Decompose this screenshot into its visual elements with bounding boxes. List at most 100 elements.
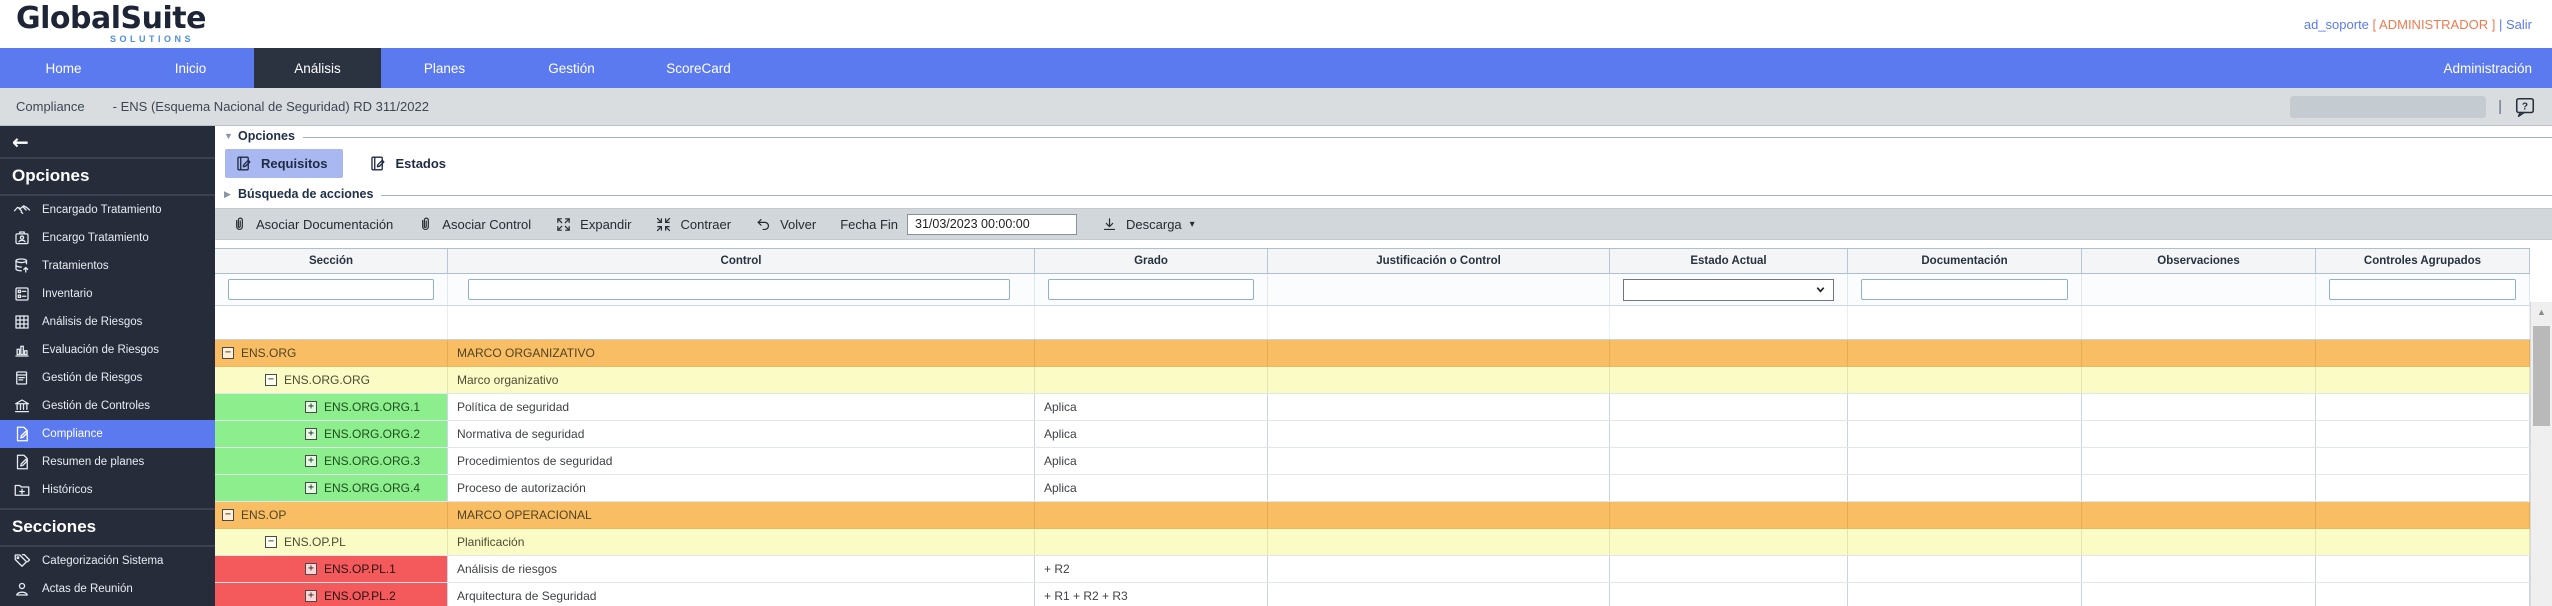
sidebar-back-icon[interactable]: ← (12, 130, 29, 154)
grado-cell: Aplica (1035, 394, 1268, 420)
volver-button[interactable]: Volver (755, 216, 816, 233)
toolbar-button-label: Asociar Control (442, 216, 532, 232)
column-header-documentacion[interactable]: Documentación (1848, 249, 2082, 273)
grado-label: Aplica (1044, 454, 1077, 468)
expand-toggle[interactable]: + (305, 482, 317, 494)
page-edit-icon (13, 425, 31, 443)
filter-control-input[interactable] (468, 279, 1010, 300)
nav-item-analisis[interactable]: Análisis (254, 48, 381, 88)
sidebar-item-label: Encargado Tratamiento (42, 204, 162, 216)
estado-actual-filter-select[interactable] (1623, 278, 1834, 301)
fecha-fin-input[interactable] (907, 213, 1078, 235)
nav-item-planes[interactable]: Planes (381, 48, 508, 88)
sidebar-item-tratamientos[interactable]: Tratamientos (0, 252, 215, 280)
tab-requisitos[interactable]: Requisitos (225, 148, 344, 178)
seccion-label: ENS.OP.PL.1 (324, 562, 396, 576)
controles-agrupados-cell (2316, 340, 2530, 366)
seccion-cell: − ENS.OP.PL (215, 529, 448, 555)
seccion-cell: + ENS.ORG.ORG.1 (215, 394, 448, 420)
expand-toggle[interactable]: + (305, 401, 317, 413)
expand-toggle[interactable]: + (305, 563, 317, 575)
expand-toggle[interactable]: − (265, 536, 277, 548)
column-header-justificacion-o-control[interactable]: Justificación o Control (1268, 249, 1610, 273)
sidebar-item-label: Compliance (42, 428, 103, 440)
collapse-icon (655, 216, 672, 233)
justificacion-cell (1268, 583, 1610, 606)
sidebar-item-categorizacion-sistema[interactable]: Categorización Sistema (0, 547, 215, 575)
sidebar-item-resumen-de-planes[interactable]: Resumen de planes (0, 448, 215, 476)
seccion-cell: − ENS.OP (215, 502, 448, 528)
filter-documentacion-input[interactable] (1861, 279, 2068, 300)
column-header-control[interactable]: Control (448, 249, 1035, 273)
sidebar-item-compliance[interactable]: Compliance (0, 420, 215, 448)
globalsuite-logo[interactable]: GlobalSuite SOLUTIONS (16, 4, 206, 44)
column-header-seccion[interactable]: Sección (215, 249, 448, 273)
seccion-cell: + ENS.ORG.ORG.4 (215, 475, 448, 501)
contraer-button[interactable]: Contraer (655, 216, 731, 233)
expandir-button[interactable]: Expandir (555, 216, 631, 233)
undo-icon (755, 216, 772, 233)
options-panel-header[interactable]: ▼ Opciones (215, 128, 2552, 144)
grado-cell: Aplica (1035, 475, 1268, 501)
expand-toggle[interactable]: − (222, 347, 234, 359)
sidebar-item-evaluacion-de-riesgos[interactable]: Evaluación de Riesgos (0, 336, 215, 364)
sidebar-item-historicos[interactable]: Históricos (0, 476, 215, 504)
nav-item-inicio[interactable]: Inicio (127, 48, 254, 88)
sidebar-item-analisis-de-riesgos[interactable]: Análisis de Riesgos (0, 308, 215, 336)
nav-item-scorecard[interactable]: ScoreCard (635, 48, 762, 88)
scrollbar-up-icon[interactable]: ▲ (2531, 302, 2552, 317)
sidebar-item-actas-de-reunion[interactable]: Actas de Reunión (0, 575, 215, 603)
descarga-button[interactable]: Descarga ▾ (1101, 216, 1195, 233)
filter-seccion-input[interactable] (228, 279, 434, 300)
search-panel-header[interactable]: ▶ Búsqueda de acciones (215, 184, 2552, 204)
table-row: − ENS.OP MARCO OPERACIONAL (215, 502, 2530, 529)
username[interactable]: ad_soporte (2304, 17, 2369, 32)
expand-toggle[interactable]: − (265, 374, 277, 386)
column-header-observaciones[interactable]: Observaciones (2082, 249, 2316, 273)
descarga-label: Descarga (1126, 216, 1182, 232)
vertical-scrollbar[interactable]: ▲ (2530, 302, 2552, 606)
sidebar: ← Opciones Encargado Tratamiento Encargo T… (0, 126, 215, 606)
tab-estados[interactable]: Estados (359, 149, 462, 178)
tab-label: Estados (395, 155, 447, 171)
sidebar-item-encargado-tratamiento[interactable]: Encargado Tratamiento (0, 196, 215, 224)
column-header-grado[interactable]: Grado (1035, 249, 1268, 273)
sidebar-item-inventario[interactable]: Inventario (0, 280, 215, 308)
nav-item-administracion[interactable]: Administración (2423, 48, 2552, 88)
column-header-controles-agrupados[interactable]: Controles Agrupados (2316, 249, 2530, 273)
sidebar-item-label: Gestión de Riesgos (42, 372, 143, 384)
nav-item-home[interactable]: Home (0, 48, 127, 88)
expand-toggle[interactable]: − (222, 509, 234, 521)
filter-controles-agrupados-input[interactable] (2329, 279, 2516, 300)
estado-actual-cell (1610, 475, 1848, 501)
scrollbar-thumb[interactable] (2533, 326, 2550, 426)
logout-link[interactable]: Salir (2506, 17, 2532, 32)
observaciones-cell (2082, 583, 2316, 606)
sidebar-item-gestion-de-riesgos[interactable]: Gestión de Riesgos (0, 364, 215, 392)
filter-grado-input[interactable] (1048, 279, 1254, 300)
chevron-down-icon[interactable]: ▾ (1190, 219, 1195, 230)
controles-agrupados-cell (2316, 367, 2530, 393)
chevron-down-icon (1816, 287, 1825, 293)
sidebar-item-label: Análisis de Riesgos (42, 316, 143, 328)
expand-toggle[interactable]: + (305, 590, 317, 602)
expand-toggle[interactable]: + (305, 428, 317, 440)
column-header-estado-actual[interactable]: Estado Actual (1610, 249, 1848, 273)
help-icon[interactable]: ? (2514, 96, 2536, 118)
filter-cell-documentacion (1848, 274, 2082, 305)
nav-item-gestion[interactable]: Gestión (508, 48, 635, 88)
documentacion-cell (1848, 583, 2082, 606)
sidebar-item-label: Inventario (42, 288, 93, 300)
panel-rule (381, 195, 2552, 196)
sidebar-item-encargo-tratamiento[interactable]: Encargo Tratamiento (0, 224, 215, 252)
asociar-control-button[interactable]: Asociar Control (417, 216, 531, 233)
nav-item-label: Planes (423, 60, 466, 76)
sidebar-item-gestion-de-controles[interactable]: Gestión de Controles (0, 392, 215, 420)
control-cell: Proceso de autorización (448, 475, 1035, 501)
table-row: + ENS.OP.PL.1 Análisis de riesgos + R2 (215, 556, 2530, 583)
context-selector-box[interactable] (2290, 95, 2487, 118)
sidebar-collapse-row: ← (0, 126, 215, 159)
asociar-documentacion-button[interactable]: Asociar Documentación (231, 216, 393, 233)
expand-toggle[interactable]: + (305, 455, 317, 467)
grado-cell: + R1 + R2 + R3 (1035, 583, 1268, 606)
